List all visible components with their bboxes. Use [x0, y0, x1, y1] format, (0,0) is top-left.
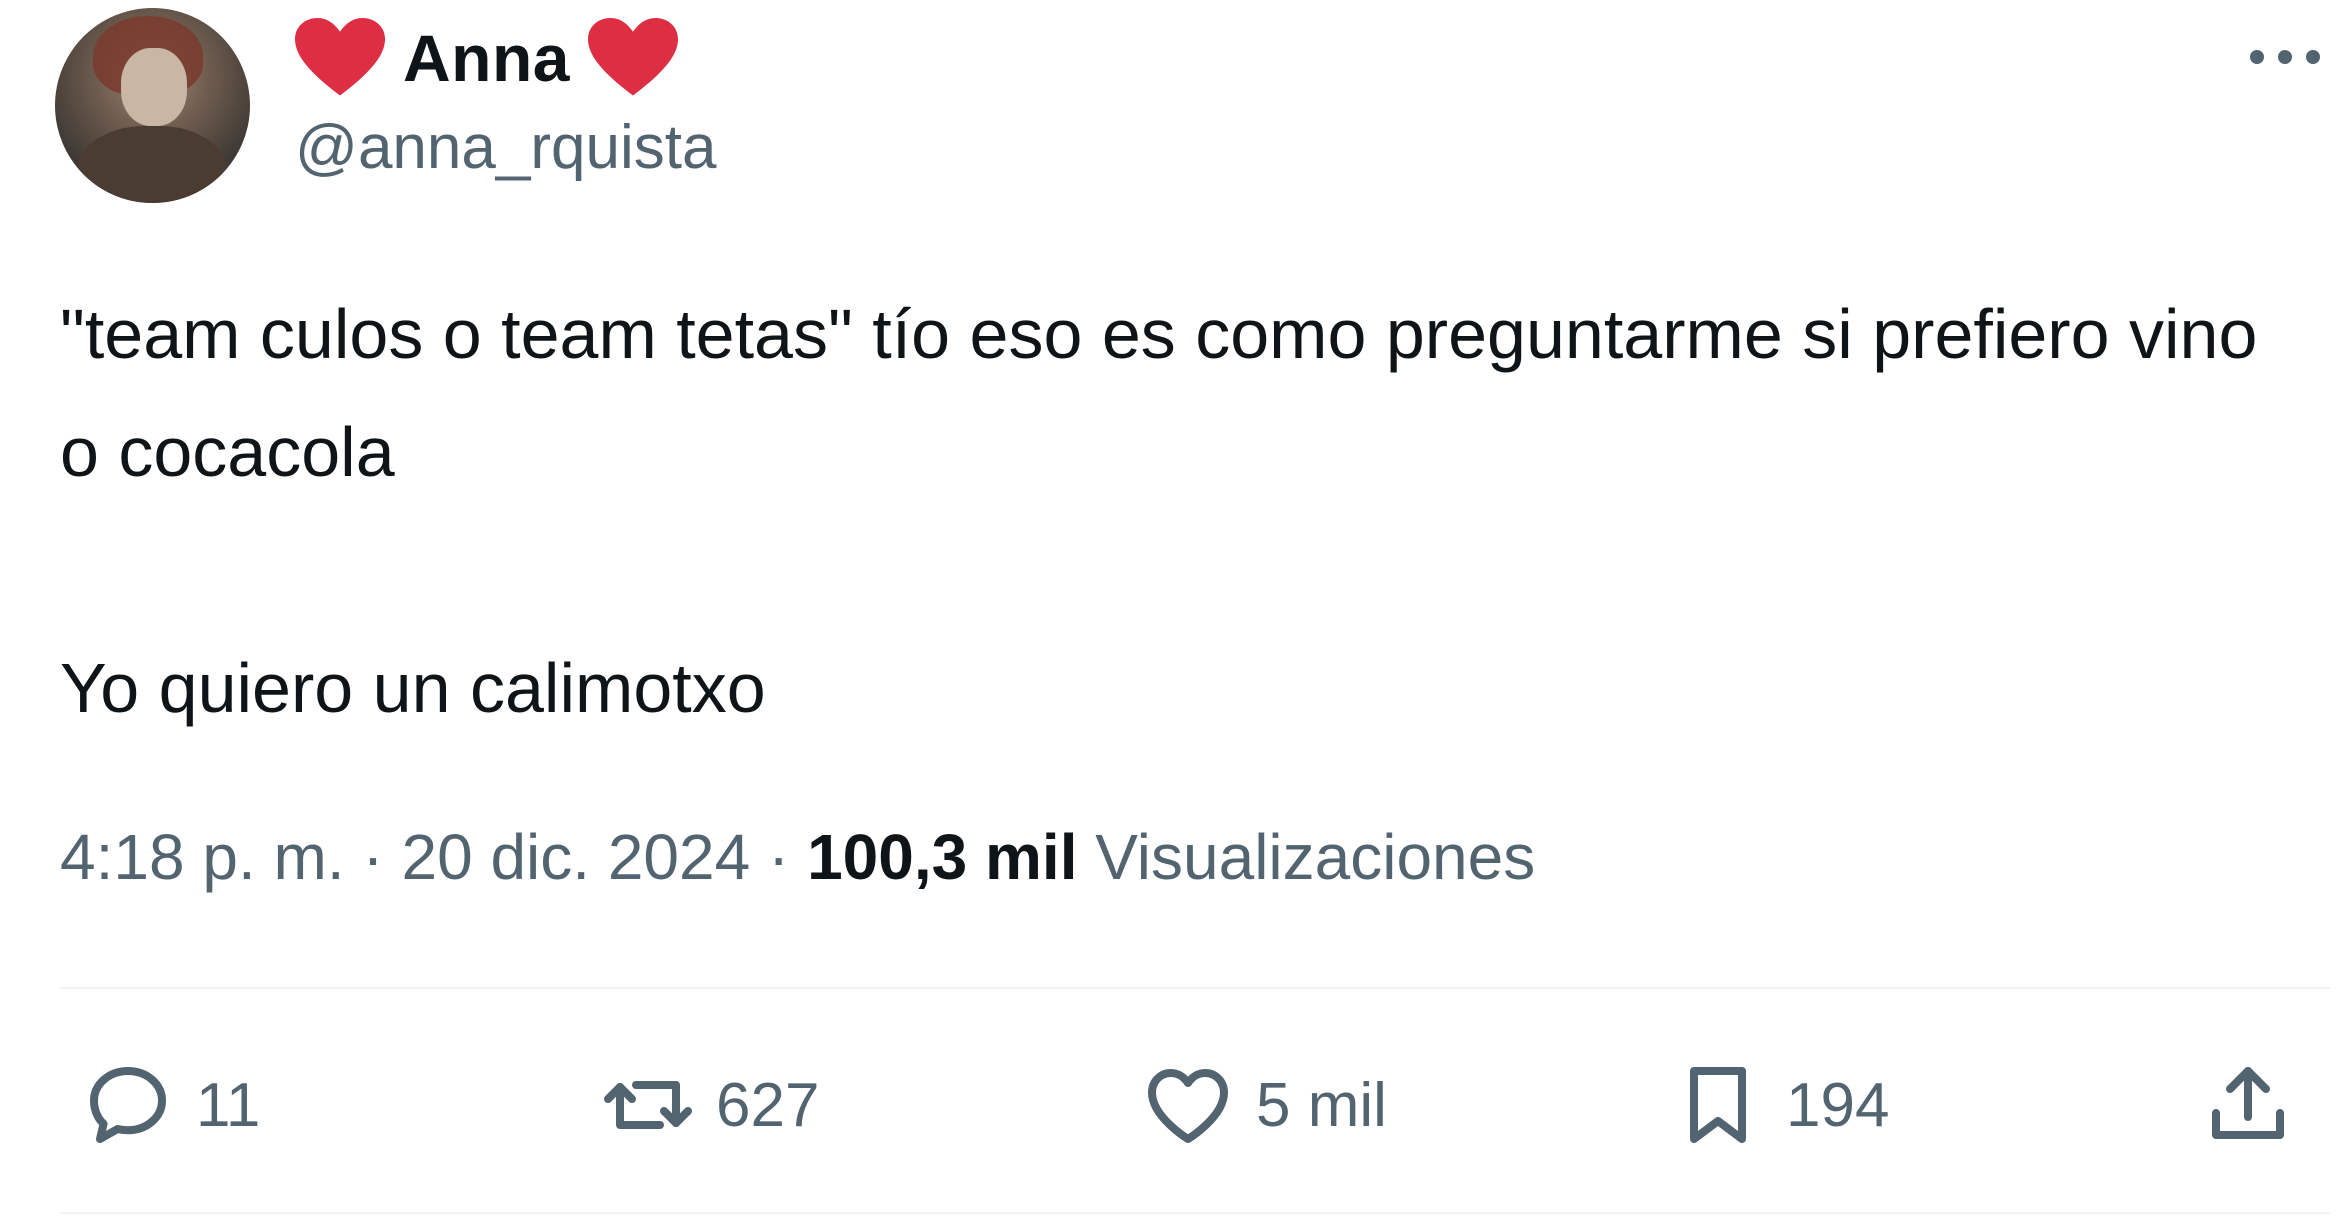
reply-button[interactable]: 11 — [80, 1050, 260, 1160]
divider — [60, 1212, 2330, 1214]
tweet-meta: 4:18 p. m. · 20 dic. 2024 · 100,3 mil Vi… — [60, 820, 1535, 894]
repost-count: 627 — [716, 1070, 820, 1140]
like-icon — [1148, 1069, 1228, 1143]
bookmark-icon — [1690, 1067, 1746, 1143]
share-icon — [2212, 1067, 2284, 1139]
bookmark-button[interactable]: 194 — [1670, 1050, 1889, 1160]
views-label: Visualizaciones — [1095, 821, 1536, 893]
display-name[interactable]: Anna — [403, 20, 570, 96]
tweet-paragraph: "team culos o team tetas" tío eso es com… — [60, 295, 2258, 491]
tweet: Anna @anna_rquista "team culos o team te… — [0, 0, 2350, 1230]
reply-icon — [90, 1067, 166, 1143]
tweet-time[interactable]: 4:18 p. m. — [60, 821, 345, 893]
bookmark-count: 194 — [1786, 1070, 1890, 1140]
repost-icon — [604, 1081, 692, 1129]
like-count: 5 mil — [1256, 1070, 1387, 1140]
tweet-text: "team culos o team tetas" tío eso es com… — [60, 275, 2300, 747]
views-count: 100,3 mil — [807, 821, 1078, 893]
divider — [60, 987, 2330, 989]
author-name-row[interactable]: Anna — [295, 14, 678, 102]
author-handle[interactable]: @anna_rquista — [295, 112, 716, 183]
meta-separator: · — [362, 821, 384, 893]
meta-separator: · — [767, 821, 790, 893]
share-button[interactable] — [2200, 1050, 2296, 1160]
like-button[interactable]: 5 mil — [1140, 1050, 1387, 1160]
repost-button[interactable]: 627 — [600, 1050, 819, 1160]
more-icon[interactable] — [2235, 22, 2335, 92]
avatar[interactable] — [55, 8, 250, 203]
reply-count: 11 — [196, 1070, 261, 1140]
tweet-paragraph: Yo quiero un calimotxo — [60, 649, 766, 727]
heart-icon — [588, 18, 678, 96]
heart-icon — [295, 18, 385, 96]
tweet-date[interactable]: 20 dic. 2024 — [401, 821, 750, 893]
